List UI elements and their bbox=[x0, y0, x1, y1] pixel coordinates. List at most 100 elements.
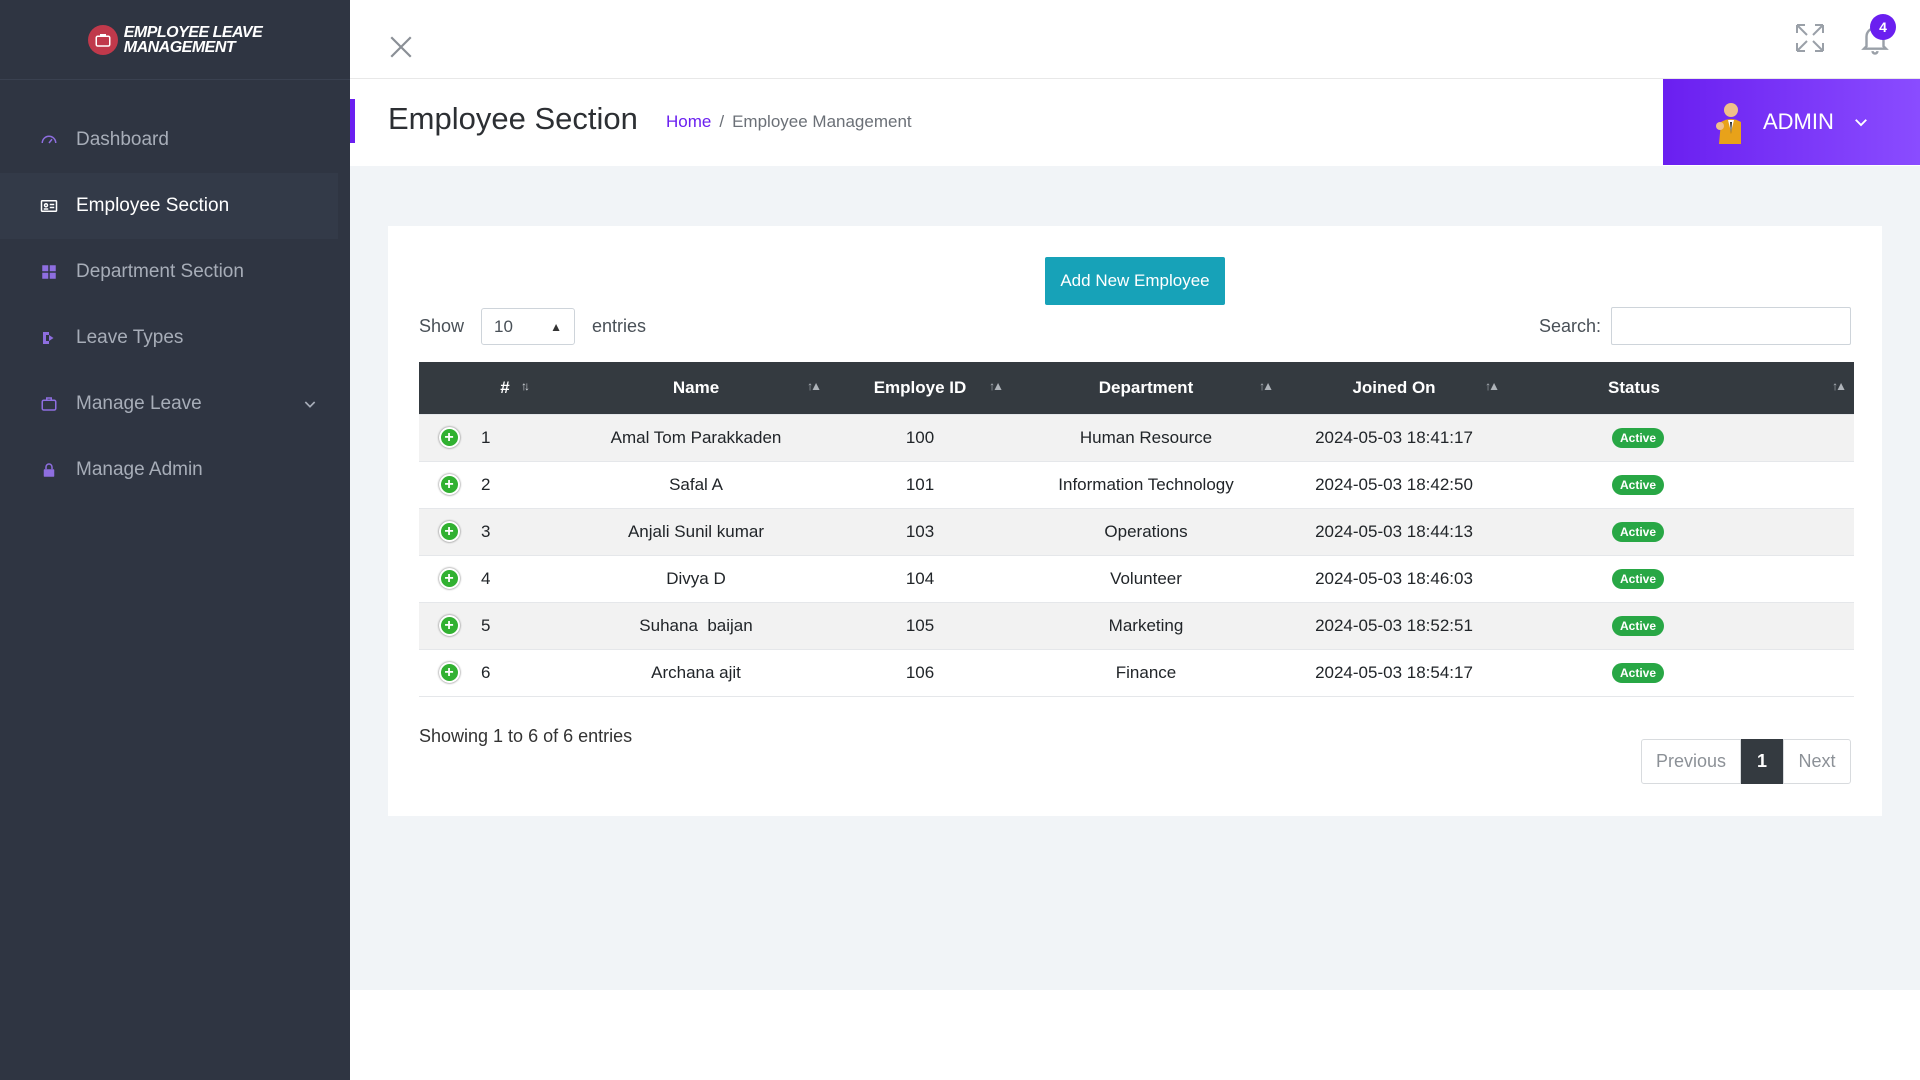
search-input[interactable] bbox=[1611, 307, 1851, 345]
lock-icon bbox=[40, 461, 58, 479]
employee-card: Add New Employee Show 10 ▲ entries Searc… bbox=[388, 226, 1882, 816]
row-expand-cell[interactable]: + bbox=[419, 601, 479, 649]
search-control: Search: bbox=[1539, 307, 1851, 345]
chevron-down-icon[interactable] bbox=[302, 396, 318, 412]
table-row[interactable]: + 6 Archana ajit 106 Finance 2024-05-03 … bbox=[419, 648, 1854, 697]
breadcrumb-home-link[interactable]: Home bbox=[666, 112, 711, 132]
expand-plus-icon[interactable]: + bbox=[438, 474, 460, 496]
table-row[interactable]: + 5 Suhana baijan 105 Marketing 2024-05-… bbox=[419, 601, 1854, 649]
row-expand-cell[interactable]: + bbox=[419, 460, 479, 508]
admin-label: ADMIN bbox=[1763, 109, 1834, 134]
cell-department: Finance bbox=[1011, 648, 1281, 697]
add-new-employee-button[interactable]: Add New Employee bbox=[1045, 257, 1225, 305]
row-expand-cell[interactable]: + bbox=[419, 507, 479, 555]
pagination-next-button[interactable]: Next bbox=[1783, 739, 1851, 784]
id-card-icon bbox=[40, 197, 58, 215]
cell-number: 2 bbox=[479, 460, 563, 508]
column-header-name[interactable]: Name ↑▲ bbox=[563, 362, 829, 414]
sign-out-icon bbox=[40, 329, 58, 347]
sidebar-item-manage-admin[interactable]: Manage Admin bbox=[0, 437, 350, 503]
cell-employe-id: 104 bbox=[829, 554, 1011, 602]
column-header-joined-on[interactable]: Joined On ↑▲ bbox=[1281, 362, 1507, 414]
table-row[interactable]: + 3 Anjali Sunil kumar 103 Operations 20… bbox=[419, 507, 1854, 555]
chevron-down-icon bbox=[1854, 119, 1867, 127]
sort-asc-icon: ↑↓ bbox=[521, 379, 530, 393]
sidebar-item-label: Department Section bbox=[76, 261, 244, 282]
cell-name: Divya D bbox=[563, 554, 829, 602]
briefcase-logo-icon bbox=[87, 24, 118, 55]
expand-plus-icon[interactable]: + bbox=[438, 521, 460, 543]
column-header-employe-id[interactable]: Employe ID ↑▲ bbox=[829, 362, 1011, 414]
sidebar-item-label: Manage Admin bbox=[76, 459, 203, 480]
status-badge: Active bbox=[1612, 569, 1665, 589]
sidebar-nav: Dashboard Employee Section Department Se… bbox=[0, 107, 350, 503]
cell-department: Information Technology bbox=[1011, 460, 1281, 508]
search-label: Search: bbox=[1538, 315, 1601, 336]
pagination: Previous 1 Next bbox=[1641, 739, 1851, 784]
select-arrows-icon: ▲ bbox=[550, 319, 563, 334]
sidebar-item-leave-types[interactable]: Leave Types bbox=[0, 305, 350, 371]
cell-department: Marketing bbox=[1011, 601, 1281, 649]
table-header-row: # ↑↓ Name ↑▲ Employe ID ↑▲ Department ↑▲ Joi… bbox=[419, 362, 1854, 414]
cell-employe-id: 103 bbox=[829, 507, 1011, 555]
main-area: 4 Employee Section Home / Employee Manag… bbox=[350, 0, 1920, 1080]
page-length-control: Show 10 ▲ entries bbox=[419, 308, 646, 345]
brand[interactable]: EMPLOYEE LEAVE MANAGEMENT bbox=[0, 0, 350, 80]
content-area: Add New Employee Show 10 ▲ entries Searc… bbox=[350, 166, 1920, 990]
cell-status: Active bbox=[1507, 460, 1854, 508]
cell-department: Operations bbox=[1011, 507, 1281, 555]
status-badge: Active bbox=[1612, 522, 1665, 542]
sidebar-item-department-section[interactable]: Department Section bbox=[0, 239, 350, 305]
cell-status: Active bbox=[1507, 413, 1854, 461]
column-header-department[interactable]: Department ↑▲ bbox=[1011, 362, 1281, 414]
table-info: Showing 1 to 6 of 6 entries bbox=[419, 726, 633, 746]
cell-department: Volunteer bbox=[1011, 554, 1281, 602]
cell-joined-on: 2024-05-03 18:54:17 bbox=[1281, 648, 1507, 697]
table-row[interactable]: + 2 Safal A 101 Information Technology 2… bbox=[419, 460, 1854, 508]
sort-icon: ↑▲ bbox=[1485, 379, 1500, 393]
status-badge: Active bbox=[1612, 475, 1665, 495]
breadcrumb-current: Employee Management bbox=[732, 112, 912, 131]
table-row[interactable]: + 1 Amal Tom Parakkaden 100 Human Resour… bbox=[419, 413, 1854, 461]
cell-joined-on: 2024-05-03 18:52:51 bbox=[1281, 601, 1507, 649]
sidebar-item-label: Manage Leave bbox=[76, 393, 202, 414]
cell-joined-on: 2024-05-03 18:46:03 bbox=[1281, 554, 1507, 602]
cell-employe-id: 101 bbox=[829, 460, 1011, 508]
sort-icon: ↑▲ bbox=[1832, 379, 1847, 393]
cell-name: Anjali Sunil kumar bbox=[563, 507, 829, 555]
expand-plus-icon[interactable]: + bbox=[438, 615, 460, 637]
column-header-status[interactable]: Status ↑▲ bbox=[1507, 362, 1854, 414]
brand-name: EMPLOYEE LEAVE MANAGEMENT bbox=[124, 24, 263, 55]
sidebar-item-label: Leave Types bbox=[76, 327, 184, 348]
sidebar-item-dashboard[interactable]: Dashboard bbox=[0, 107, 350, 173]
close-icon[interactable] bbox=[388, 34, 414, 60]
table-row[interactable]: + 4 Divya D 104 Volunteer 2024-05-03 18:… bbox=[419, 554, 1854, 602]
fullscreen-icon[interactable] bbox=[1794, 22, 1826, 54]
page-length-value: 10 bbox=[494, 316, 513, 336]
sidebar-item-manage-leave[interactable]: Manage Leave bbox=[0, 371, 350, 437]
expand-plus-icon[interactable]: + bbox=[438, 568, 460, 590]
cell-employe-id: 106 bbox=[829, 648, 1011, 697]
grid-icon bbox=[40, 263, 58, 281]
admin-avatar-icon bbox=[1716, 103, 1741, 144]
admin-menu[interactable]: ADMIN bbox=[1663, 79, 1920, 165]
page-header: Employee Section Home / Employee Managem… bbox=[350, 79, 1920, 165]
column-header-number[interactable]: # ↑↓ bbox=[419, 362, 563, 414]
briefcase-icon bbox=[40, 395, 58, 413]
status-badge: Active bbox=[1612, 428, 1665, 448]
pagination-page-button[interactable]: 1 bbox=[1741, 739, 1783, 784]
cell-joined-on: 2024-05-03 18:44:13 bbox=[1281, 507, 1507, 555]
cell-employe-id: 100 bbox=[829, 413, 1011, 461]
sort-icon: ↑▲ bbox=[1259, 379, 1274, 393]
top-bar: 4 bbox=[350, 0, 1920, 79]
sort-icon: ↑▲ bbox=[989, 379, 1004, 393]
row-expand-cell[interactable]: + bbox=[419, 554, 479, 602]
expand-plus-icon[interactable]: + bbox=[438, 427, 460, 449]
expand-plus-icon[interactable]: + bbox=[438, 662, 460, 684]
row-expand-cell[interactable]: + bbox=[419, 413, 479, 461]
page-length-select[interactable]: 10 ▲ bbox=[481, 308, 576, 345]
notification-badge: 4 bbox=[1870, 14, 1896, 40]
row-expand-cell[interactable]: + bbox=[419, 648, 479, 697]
pagination-previous-button[interactable]: Previous bbox=[1641, 739, 1741, 784]
sidebar-item-employee-section[interactable]: Employee Section bbox=[0, 173, 338, 239]
